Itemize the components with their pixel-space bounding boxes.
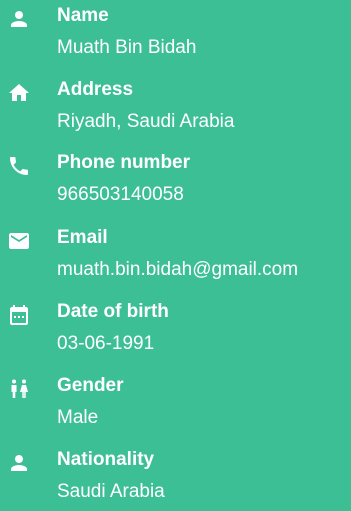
field-label: Date of birth: [57, 301, 169, 322]
field-gender: Gender Male: [0, 371, 351, 437]
field-value: muath.bin.bidah@gmail.com: [57, 259, 299, 280]
field-label: Nationality: [57, 449, 155, 470]
field-value: Saudi Arabia: [57, 481, 165, 502]
field-label: Phone number: [57, 152, 191, 173]
field-value: Riyadh, Saudi Arabia: [57, 111, 235, 132]
field-email: Email muath.bin.bidah@gmail.com: [0, 223, 351, 289]
field-label: Gender: [57, 375, 124, 396]
gender-icon: [7, 377, 31, 401]
person-icon: [7, 7, 31, 31]
phone-icon: [7, 154, 31, 178]
field-address: Address Riyadh, Saudi Arabia: [0, 75, 351, 141]
person-icon: [7, 451, 31, 475]
field-name: Name Muath Bin Bidah: [0, 1, 351, 67]
field-phone-number: Phone number 966503140058: [0, 148, 351, 214]
home-icon: [7, 81, 31, 105]
field-label: Email: [57, 227, 108, 248]
calendar-icon: [7, 303, 31, 327]
field-value: 03-06-1991: [57, 333, 155, 354]
field-value: Muath Bin Bidah: [57, 37, 197, 58]
field-label: Name: [57, 5, 109, 26]
field-value: 966503140058: [57, 184, 184, 205]
field-label: Address: [57, 79, 134, 100]
field-nationality: Nationality Saudi Arabia: [0, 445, 351, 511]
field-date-of-birth: Date of birth 03-06-1991: [0, 297, 351, 363]
mail-icon: [7, 229, 31, 253]
field-value: Male: [57, 407, 99, 428]
